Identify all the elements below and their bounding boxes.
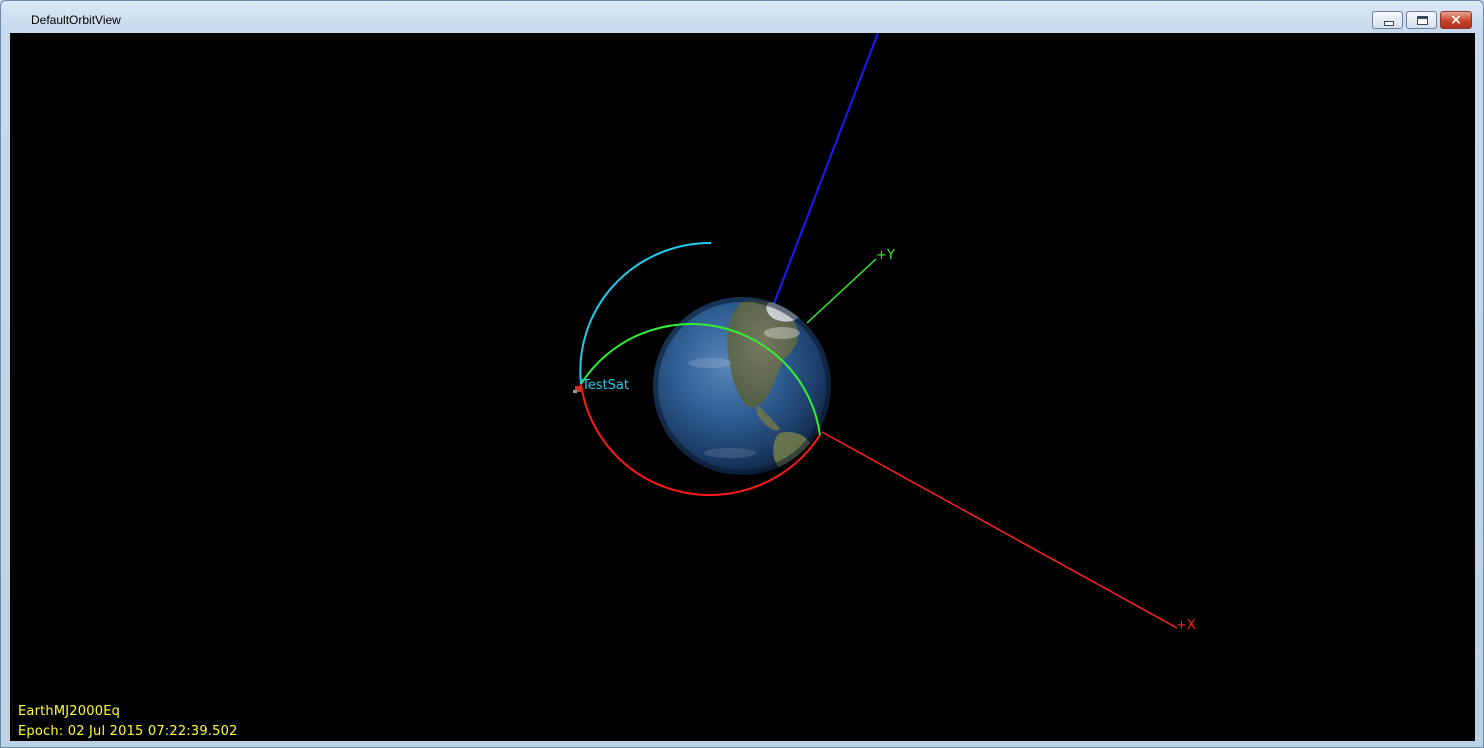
- minimize-button[interactable]: [1372, 11, 1403, 29]
- x-axis-label: +X: [1176, 618, 1196, 633]
- close-icon: ×: [1450, 12, 1462, 28]
- maximize-button[interactable]: [1406, 11, 1437, 29]
- close-button[interactable]: ×: [1440, 11, 1472, 29]
- epoch-readout: Epoch: 02 Jul 2015 07:22:39.502: [18, 724, 238, 739]
- orbit-view-window: DefaultOrbitView × TestSat +Y +X EarthMJ…: [0, 0, 1484, 748]
- y-axis-line: [806, 258, 877, 324]
- orbit-scene: TestSat +Y +X: [573, 33, 1196, 633]
- orbit-3d-viewport[interactable]: TestSat +Y +X EarthMJ2000Eq Epoch: 02 Ju…: [10, 33, 1475, 741]
- window-title: DefaultOrbitView: [31, 13, 121, 27]
- maximize-icon: [1417, 16, 1428, 25]
- minimize-icon: [1384, 21, 1394, 26]
- coordinate-system-label: EarthMJ2000Eq: [18, 704, 121, 719]
- spacecraft-marker[interactable]: [573, 386, 581, 393]
- y-axis-label: +Y: [876, 248, 895, 263]
- epoch-prefix: Epoch:: [18, 724, 64, 739]
- spacecraft-label: TestSat: [581, 378, 629, 393]
- x-axis-line: [821, 431, 1178, 629]
- epoch-value: 02 Jul 2015 07:22:39.502: [67, 724, 238, 739]
- title-bar[interactable]: DefaultOrbitView ×: [1, 1, 1483, 33]
